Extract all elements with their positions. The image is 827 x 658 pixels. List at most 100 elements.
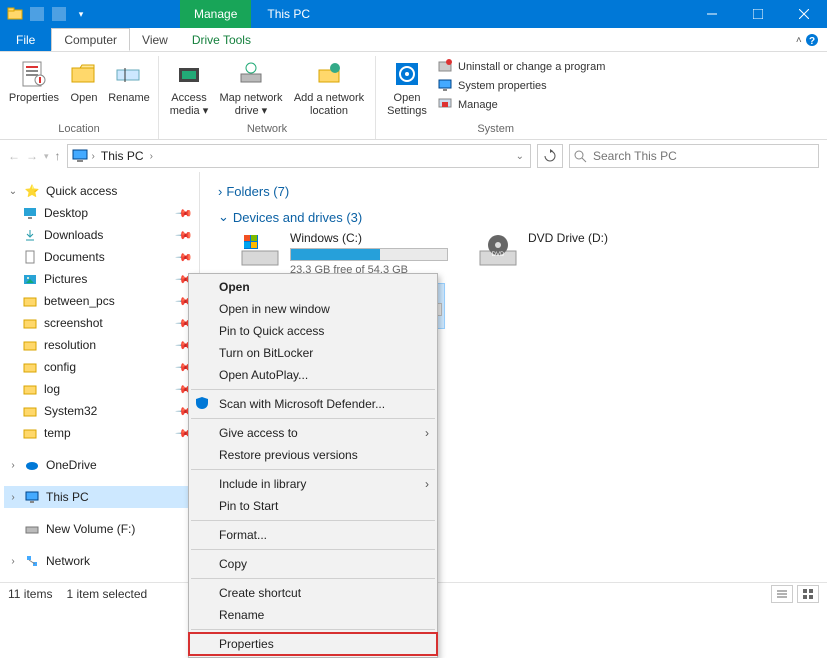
open-button[interactable]: Open <box>64 56 104 105</box>
settings-icon <box>391 58 423 90</box>
monitor-icon <box>438 78 454 94</box>
drive-tools-tab[interactable]: Drive Tools <box>180 28 263 51</box>
network-icon <box>24 553 40 569</box>
sidebar-network[interactable]: ›Network <box>4 550 195 572</box>
ctx-properties[interactable]: Properties <box>189 633 437 655</box>
drive-c[interactable]: Windows (C:) 23.3 GB free of 54.3 GB <box>238 231 448 276</box>
icons-view-button[interactable] <box>797 585 819 603</box>
forward-button[interactable]: → <box>26 149 38 163</box>
sidebar-item-folder[interactable]: System32📌 <box>4 400 195 422</box>
open-settings-button[interactable]: Open Settings <box>382 56 432 117</box>
map-network-drive-button[interactable]: Map network drive ▾ <box>215 56 287 117</box>
maximize-button[interactable] <box>735 0 781 28</box>
sidebar-item-folder[interactable]: config📌 <box>4 356 195 378</box>
manage-button[interactable]: Manage <box>434 96 609 114</box>
sidebar-onedrive[interactable]: ›OneDrive <box>4 454 195 476</box>
sidebar-item-folder[interactable]: between_pcs📌 <box>4 290 195 312</box>
sidebar-this-pc[interactable]: ›This PC <box>4 486 195 508</box>
help-icon[interactable]: ˄ ? <box>796 32 819 47</box>
folder-icon <box>22 403 38 419</box>
sidebar-quick-access[interactable]: ⌄⭐Quick access <box>4 180 195 202</box>
shield-icon <box>195 396 211 412</box>
add-network-location-button[interactable]: Add a network location <box>289 56 369 117</box>
sidebar-item-folder[interactable]: temp📌 <box>4 422 195 444</box>
sidebar-new-volume[interactable]: New Volume (F:) <box>4 518 195 540</box>
group-label: Devices and drives (3) <box>233 210 362 225</box>
documents-icon <box>22 249 38 265</box>
ribbon-group-location: Properties Open Rename Location <box>0 56 159 139</box>
refresh-button[interactable] <box>537 144 563 168</box>
ctx-rename[interactable]: Rename <box>189 604 437 626</box>
view-tab[interactable]: View <box>130 28 180 51</box>
ctx-include-library[interactable]: Include in library› <box>189 473 437 495</box>
sidebar-item-folder[interactable]: screenshot📌 <box>4 312 195 334</box>
ribbon-group-label: System <box>477 121 514 139</box>
ribbon-label: Open Settings <box>382 92 432 117</box>
access-media-button[interactable]: Access media ▾ <box>165 56 213 117</box>
details-view-button[interactable] <box>771 585 793 603</box>
search-input[interactable] <box>593 149 814 163</box>
file-tab[interactable]: File <box>0 28 51 51</box>
cloud-icon <box>24 457 40 473</box>
drive-d[interactable]: DVD DVD Drive (D:) <box>476 231 686 276</box>
address-dropdown-icon[interactable]: ⌄ <box>516 151 528 162</box>
close-button[interactable] <box>781 0 827 28</box>
sidebar-item-folder[interactable]: resolution📌 <box>4 334 195 356</box>
folder-icon <box>22 337 38 353</box>
history-dropdown-icon[interactable]: ▾ <box>44 151 49 162</box>
uninstall-program-button[interactable]: Uninstall or change a program <box>434 58 609 76</box>
back-button[interactable]: ← <box>8 149 20 163</box>
qat-item[interactable] <box>50 5 68 23</box>
chevron-right-icon[interactable]: › <box>92 151 95 162</box>
ctx-pin-to-start[interactable]: Pin to Start <box>189 495 437 517</box>
ctx-defender-scan[interactable]: Scan with Microsoft Defender... <box>189 393 437 415</box>
ctx-format[interactable]: Format... <box>189 524 437 546</box>
drive-name: Windows (C:) <box>290 231 448 245</box>
pictures-icon <box>22 271 38 287</box>
ribbon-label: Uninstall or change a program <box>458 61 605 73</box>
group-label: Folders (7) <box>226 184 289 199</box>
ctx-label: Restore previous versions <box>219 448 358 462</box>
properties-button[interactable]: Properties <box>6 56 62 105</box>
sidebar-item-downloads[interactable]: Downloads📌 <box>4 224 195 246</box>
ctx-give-access-to[interactable]: Give access to› <box>189 422 437 444</box>
navigation-pane: ⌄⭐Quick access Desktop📌 Downloads📌 Docum… <box>0 172 200 582</box>
folders-group-header[interactable]: ›Folders (7) <box>210 180 817 205</box>
ctx-copy[interactable]: Copy <box>189 553 437 575</box>
pin-icon: 📌 <box>175 226 194 245</box>
sidebar-label: between_pcs <box>44 294 115 308</box>
search-box[interactable] <box>569 144 819 168</box>
ctx-open-new-window[interactable]: Open in new window <box>189 298 437 320</box>
ribbon: Properties Open Rename Location Access m… <box>0 52 827 140</box>
ctx-pin-quick-access[interactable]: Pin to Quick access <box>189 320 437 342</box>
sidebar-item-folder[interactable]: log📌 <box>4 378 195 400</box>
ctx-autoplay[interactable]: Open AutoPlay... <box>189 364 437 386</box>
sidebar-item-documents[interactable]: Documents📌 <box>4 246 195 268</box>
drives-group-header[interactable]: ⌄ Devices and drives (3) <box>210 205 817 231</box>
network-location-icon <box>313 58 345 90</box>
address-bar[interactable]: › This PC › ⌄ <box>67 144 531 168</box>
star-icon: ⭐ <box>24 183 40 199</box>
chevron-down-icon: ⌄ <box>218 209 229 225</box>
sidebar-label: Quick access <box>46 184 117 198</box>
rename-button[interactable]: Rename <box>106 56 152 105</box>
qat-item[interactable] <box>28 5 46 23</box>
ribbon-label: Access media ▾ <box>165 92 213 117</box>
computer-tab[interactable]: Computer <box>51 28 130 51</box>
chevron-right-icon[interactable]: › <box>150 151 153 162</box>
qat-dropdown-icon[interactable]: ▾ <box>72 5 90 23</box>
ctx-bitlocker[interactable]: Turn on BitLocker <box>189 342 437 364</box>
breadcrumb-segment[interactable]: This PC <box>99 149 146 163</box>
sidebar-item-pictures[interactable]: Pictures📌 <box>4 268 195 290</box>
ctx-open[interactable]: Open <box>189 276 437 298</box>
system-properties-button[interactable]: System properties <box>434 77 609 95</box>
chevron-right-icon: › <box>425 426 429 440</box>
ribbon-group-network: Access media ▾ Map network drive ▾ Add a… <box>159 56 376 139</box>
ctx-create-shortcut[interactable]: Create shortcut <box>189 582 437 604</box>
manage-contextual-tab[interactable]: Manage <box>180 0 251 28</box>
ctx-restore-versions[interactable]: Restore previous versions <box>189 444 437 466</box>
minimize-button[interactable] <box>689 0 735 28</box>
sidebar-label: config <box>44 360 76 374</box>
sidebar-item-desktop[interactable]: Desktop📌 <box>4 202 195 224</box>
up-button[interactable]: ↑ <box>55 149 61 163</box>
